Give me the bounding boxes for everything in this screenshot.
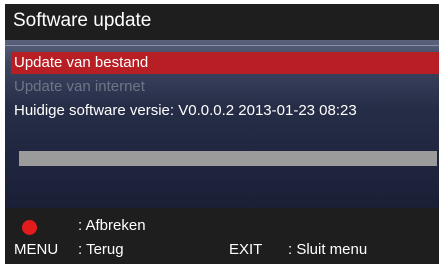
menu-key-label: MENU	[14, 241, 59, 258]
software-version-text: Huidige software versie: V0.0.0.2 2013-0…	[14, 102, 357, 119]
tv-osd-window: Software update Update van bestand Updat…	[0, 0, 446, 267]
back-hint-label: : Terug	[78, 241, 124, 258]
red-button-icon	[22, 220, 37, 235]
menu-item-update-from-file[interactable]: Update van bestand	[11, 52, 439, 74]
menu-item-update-from-internet[interactable]: Update van internet	[11, 76, 439, 98]
window-title: Software update	[13, 10, 152, 31]
title-bar: Software update	[5, 4, 439, 40]
update-panel: Update van bestand Update van internet H…	[5, 40, 439, 208]
exit-key-label: EXIT	[229, 241, 263, 258]
close-menu-hint-label: : Sluit menu	[288, 241, 368, 258]
divider	[5, 45, 439, 46]
update-progress-bar	[19, 151, 437, 166]
abort-hint-label: : Afbreken	[78, 217, 146, 234]
key-hint-bar: : Afbreken MENU : Terug EXIT : Sluit men…	[5, 208, 439, 264]
